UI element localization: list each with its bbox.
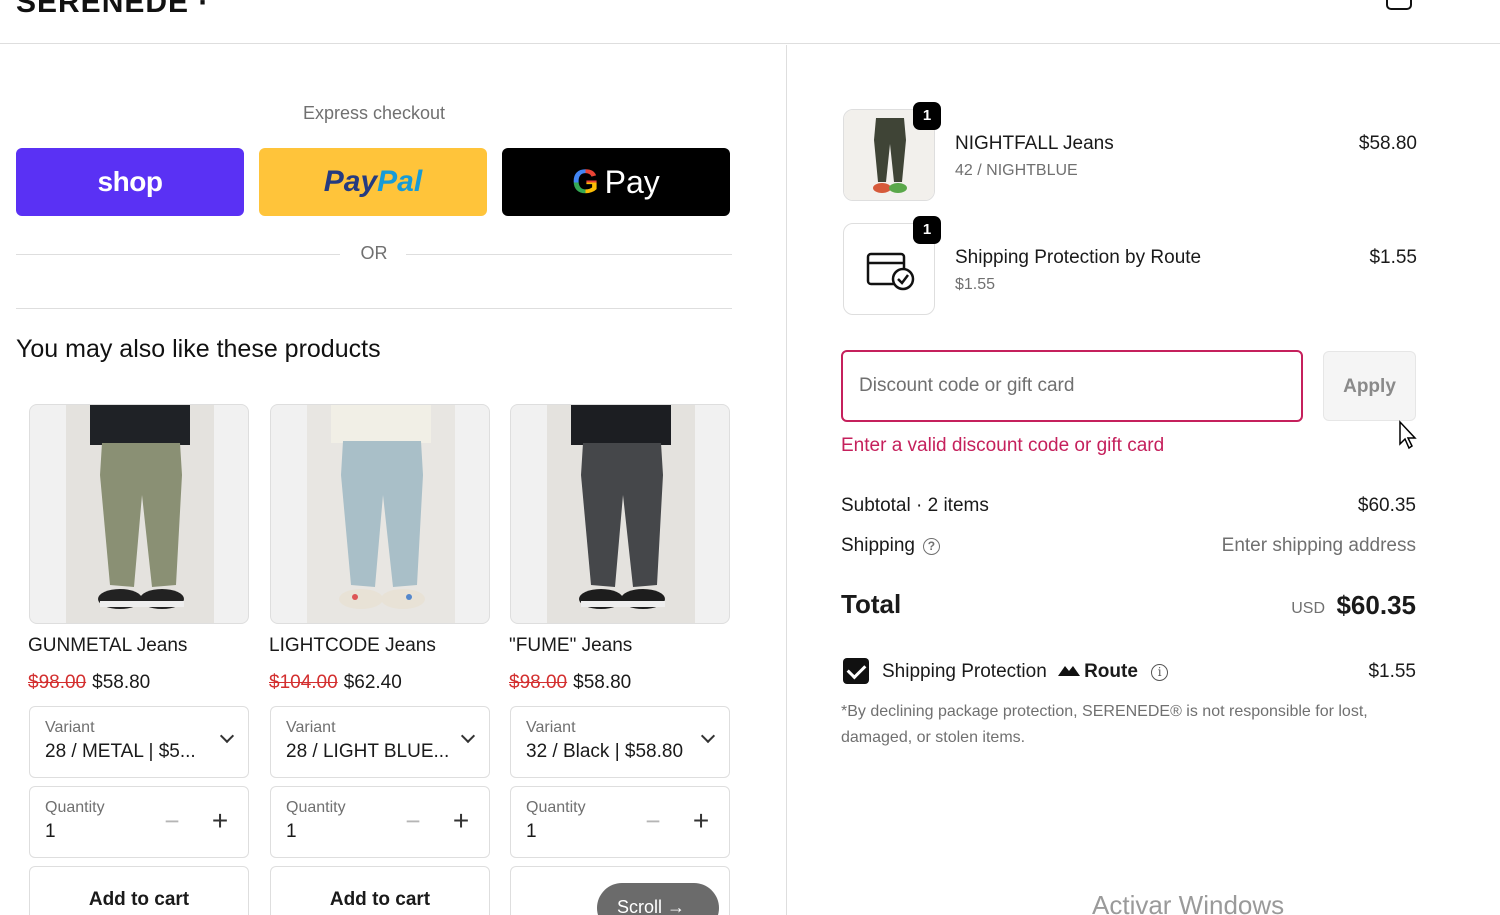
product-price: $98.00 $58.80 (509, 672, 631, 694)
variant-value: 28 / LIGHT BLUE... (286, 741, 450, 762)
product-name[interactable]: LIGHTCODE Jeans (269, 635, 436, 657)
variant-select[interactable]: Variant 28 / LIGHT BLUE... (270, 706, 490, 778)
quantity-value[interactable]: 1 (45, 821, 56, 843)
line-item-price: $1.55 (1369, 247, 1417, 268)
store-logo[interactable]: SERENEDE · (16, 0, 209, 20)
protection-disclaimer: *By declining package protection, SERENE… (841, 703, 1368, 746)
variant-select[interactable]: Variant 28 / METAL | $5... (29, 706, 249, 778)
express-checkout-title: Express checkout (302, 103, 446, 123)
line-item-variant: $1.55 (955, 276, 996, 293)
google-g-icon: G (572, 162, 599, 201)
subtotal-label: Subtotal · 2 items (841, 495, 989, 516)
shipping-value: Enter shipping address (1221, 535, 1416, 556)
product-name[interactable]: "FUME" Jeans (509, 635, 632, 657)
product-image[interactable] (29, 404, 249, 624)
route-logo: Route (1058, 661, 1138, 683)
scroll-button[interactable]: Scroll → (597, 883, 719, 915)
variant-select[interactable]: Variant 32 / Black | $58.80 (510, 706, 730, 778)
discount-code-input[interactable] (841, 350, 1303, 422)
paypal-label-part2: Pal (377, 165, 423, 198)
product-image[interactable] (270, 404, 490, 624)
or-line-right (406, 254, 732, 255)
help-icon[interactable]: ? (922, 538, 940, 555)
variant-label: Variant (45, 719, 95, 736)
variant-value: 28 / METAL | $5... (45, 741, 196, 762)
shipping-label: Shipping (841, 535, 915, 556)
quantity-label: Quantity (526, 799, 586, 816)
product-price: $98.00 $58.80 (28, 672, 150, 694)
chevron-down-icon (460, 728, 476, 744)
minus-icon[interactable]: − (160, 808, 184, 835)
paypal-button[interactable]: Pay Pal (259, 148, 487, 216)
cart-line-item: 1 Shipping Protection by Route $1.55 $1.… (843, 216, 1417, 315)
shipping-row: Shipping? (841, 535, 940, 557)
compare-at-price: $98.00 (509, 672, 568, 693)
shipping-protection-label: Shipping Protection (882, 661, 1047, 682)
paypal-label-part1: Pay (323, 165, 378, 198)
chevron-down-icon (219, 728, 235, 744)
quantity-label: Quantity (286, 799, 346, 816)
sale-price: $58.80 (573, 672, 632, 693)
mouse-cursor-icon (1399, 420, 1417, 450)
sale-price: $62.40 (343, 672, 402, 693)
quantity-stepper: Quantity 1 − + (270, 786, 490, 858)
currency-code: USD (1291, 600, 1325, 617)
subtotal-value: $60.35 (1357, 495, 1416, 516)
shop-pay-label: shop (97, 166, 163, 197)
add-to-cart-button[interactable]: Add to cart (29, 866, 249, 915)
route-mark-icon (1058, 666, 1081, 676)
top-bar: SERENEDE · (0, 0, 1500, 44)
product-price: $104.00 $62.40 (269, 672, 402, 694)
product-name[interactable]: GUNMETAL Jeans (28, 635, 187, 657)
checkout-main: Express checkout shop Pay Pal G Pay OR Yo… (0, 45, 787, 915)
upsell-title: You may also like these products (16, 335, 381, 363)
minus-icon[interactable]: − (641, 808, 665, 835)
add-to-cart-button[interactable]: Add to cart (270, 866, 490, 915)
section-divider (16, 308, 732, 309)
plus-icon[interactable]: + (449, 807, 473, 835)
chevron-down-icon (700, 728, 716, 744)
quantity-badge: 1 (913, 102, 941, 130)
quantity-stepper: Quantity 1 − + (510, 786, 730, 858)
or-divider: OR (16, 243, 732, 267)
shopping-bag-icon[interactable] (1386, 0, 1412, 10)
variant-value: 32 / Black | $58.80 (526, 741, 684, 762)
google-pay-button[interactable]: G Pay (502, 148, 730, 216)
line-item-price: $58.80 (1358, 133, 1417, 154)
sale-price: $58.80 (92, 672, 151, 693)
variant-label: Variant (286, 719, 336, 736)
shipping-protection-row: Shipping Protection Route i (882, 661, 1169, 683)
compare-at-price: $104.00 (269, 672, 338, 693)
route-brand: Route (1084, 661, 1138, 682)
google-pay-label: Pay (604, 163, 660, 200)
windows-activation-watermark: Activar Windows (1092, 890, 1285, 915)
quantity-badge: 1 (913, 216, 941, 244)
plus-icon[interactable]: + (689, 807, 713, 835)
line-item-name: Shipping Protection by Route (955, 247, 1202, 268)
quantity-value[interactable]: 1 (286, 821, 297, 843)
minus-icon[interactable]: − (401, 808, 425, 835)
compare-at-price: $98.00 (28, 672, 87, 693)
total-label: Total (841, 589, 902, 619)
discount-error-message: Enter a valid discount code or gift card (841, 435, 1165, 456)
shop-pay-button[interactable]: shop (16, 148, 244, 216)
quantity-value[interactable]: 1 (526, 821, 537, 843)
info-icon[interactable]: i (1151, 664, 1169, 681)
quantity-label: Quantity (45, 799, 105, 816)
cart-line-item: 1 NIGHTFALL Jeans 42 / NIGHTBLUE $58.80 (843, 102, 1417, 201)
apply-discount-button[interactable]: Apply (1323, 351, 1416, 421)
product-image[interactable] (510, 404, 730, 624)
total-value: $60.35 (1336, 590, 1416, 620)
line-item-name: NIGHTFALL Jeans (955, 133, 1114, 154)
quantity-stepper: Quantity 1 − + (29, 786, 249, 858)
variant-label: Variant (526, 719, 576, 736)
shipping-protection-checkbox[interactable] (843, 658, 869, 684)
order-summary: 1 NIGHTFALL Jeans 42 / NIGHTBLUE $58.80 … (787, 45, 1500, 915)
plus-icon[interactable]: + (208, 807, 232, 835)
upsell-carousel[interactable]: GUNMETAL Jeans $98.00 $58.80 Variant 28 /… (16, 390, 732, 915)
shipping-protection-price: $1.55 (1368, 661, 1416, 682)
line-item-variant: 42 / NIGHTBLUE (955, 162, 1078, 179)
